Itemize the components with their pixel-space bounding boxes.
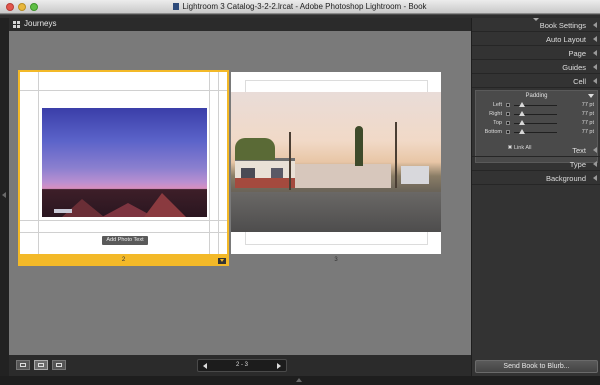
expand-triangle-icon[interactable] [593, 147, 597, 153]
expand-triangle-icon[interactable] [593, 50, 597, 56]
padding-row-left: Left 77 pt [476, 101, 599, 110]
send-button-label: Send Book to Blurb... [503, 363, 570, 370]
expand-triangle-icon[interactable] [593, 161, 597, 167]
expand-triangle-icon[interactable] [593, 64, 597, 70]
padding-disclosure-icon[interactable] [588, 94, 594, 98]
slider-thumb[interactable] [519, 111, 525, 116]
slider-thumb[interactable] [519, 102, 525, 107]
filmstrip-toggle-icon[interactable] [296, 378, 302, 382]
padding-value[interactable]: 77 pt [582, 129, 594, 135]
padding-row-top: Top 77 pt [476, 119, 599, 128]
section-label: Page [568, 49, 586, 58]
collapse-triangle-icon[interactable] [593, 78, 597, 84]
padding-label: Right [489, 111, 502, 117]
section-label: Text [572, 146, 586, 155]
multi-page-view-button[interactable] [16, 360, 30, 370]
padding-label: Top [493, 120, 502, 126]
page-navigator: 2 - 3 [197, 359, 287, 372]
padding-checkbox[interactable] [506, 112, 510, 116]
padding-title: Padding [525, 93, 548, 99]
padding-value[interactable]: 77 pt [582, 120, 594, 126]
padding-checkbox[interactable] [506, 121, 510, 125]
page-number-bar-left: 2 [18, 256, 229, 266]
photo-cell-right[interactable] [231, 92, 441, 232]
book-page-right[interactable] [231, 72, 441, 254]
add-photo-text-button[interactable]: Add Photo Text [102, 236, 148, 245]
padding-row-right: Right 77 pt [476, 110, 599, 119]
single-page-view-button[interactable] [52, 360, 66, 370]
section-book-settings[interactable]: Book Settings [472, 18, 600, 32]
expand-triangle-icon[interactable] [593, 36, 597, 42]
single-page-icon [56, 363, 62, 367]
expand-triangle-icon[interactable] [593, 22, 597, 28]
padding-label: Bottom [484, 129, 502, 135]
grid-view-icon[interactable] [13, 21, 20, 28]
section-label: Auto Layout [545, 35, 586, 44]
section-type[interactable]: Type [472, 157, 600, 171]
padding-checkbox[interactable] [506, 103, 510, 107]
bottom-toolbar: 2 - 3 [9, 355, 471, 376]
multi-page-icon [20, 363, 26, 367]
book-page-left[interactable]: Add Photo Text [18, 70, 229, 256]
spread-icon [38, 363, 44, 367]
section-text[interactable]: Text [472, 143, 600, 157]
padding-value[interactable]: 77 pt [582, 111, 594, 117]
photo-cell-left[interactable] [42, 108, 207, 217]
window-title: Lightroom 3 Catalog-3-2-2.lrcat - Adobe … [182, 2, 427, 11]
section-page[interactable]: Page [472, 46, 600, 60]
window-titlebar: Lightroom 3 Catalog-3-2-2.lrcat - Adobe … [0, 0, 600, 14]
page-range: 2 - 3 [235, 362, 248, 368]
section-cell[interactable]: Cell [472, 74, 600, 88]
page-options-icon[interactable] [218, 258, 226, 264]
book-header: Journeys [9, 18, 471, 31]
section-background[interactable]: Background [472, 171, 600, 185]
book-title: Journeys [24, 19, 57, 28]
section-guides[interactable]: Guides [472, 60, 600, 74]
section-label: Background [545, 174, 586, 183]
spread-view-button[interactable] [34, 360, 48, 370]
page-number-left: 2 [121, 257, 126, 263]
section-auto-layout[interactable]: Auto Layout [472, 32, 600, 46]
send-book-to-blurb-button[interactable]: Send Book to Blurb... [475, 360, 598, 373]
left-panel-toggle-icon[interactable] [2, 192, 6, 198]
section-label: Guides [562, 63, 586, 72]
padding-row-bottom: Bottom 77 pt [476, 128, 599, 137]
slider-thumb[interactable] [519, 129, 525, 134]
padding-checkbox[interactable] [506, 130, 510, 134]
next-page-icon[interactable] [277, 363, 281, 369]
document-icon [173, 3, 180, 10]
section-label: Cell [573, 77, 586, 86]
padding-label: Left [492, 102, 502, 108]
section-label: Type [569, 160, 586, 169]
slider-thumb[interactable] [519, 120, 525, 125]
padding-value[interactable]: 77 pt [582, 102, 594, 108]
page-number-right: 3 [334, 257, 338, 263]
expand-triangle-icon[interactable] [593, 175, 597, 181]
right-panel: Book Settings Auto Layout Page Guides Ce… [471, 18, 600, 376]
section-label: Book Settings [539, 21, 586, 30]
